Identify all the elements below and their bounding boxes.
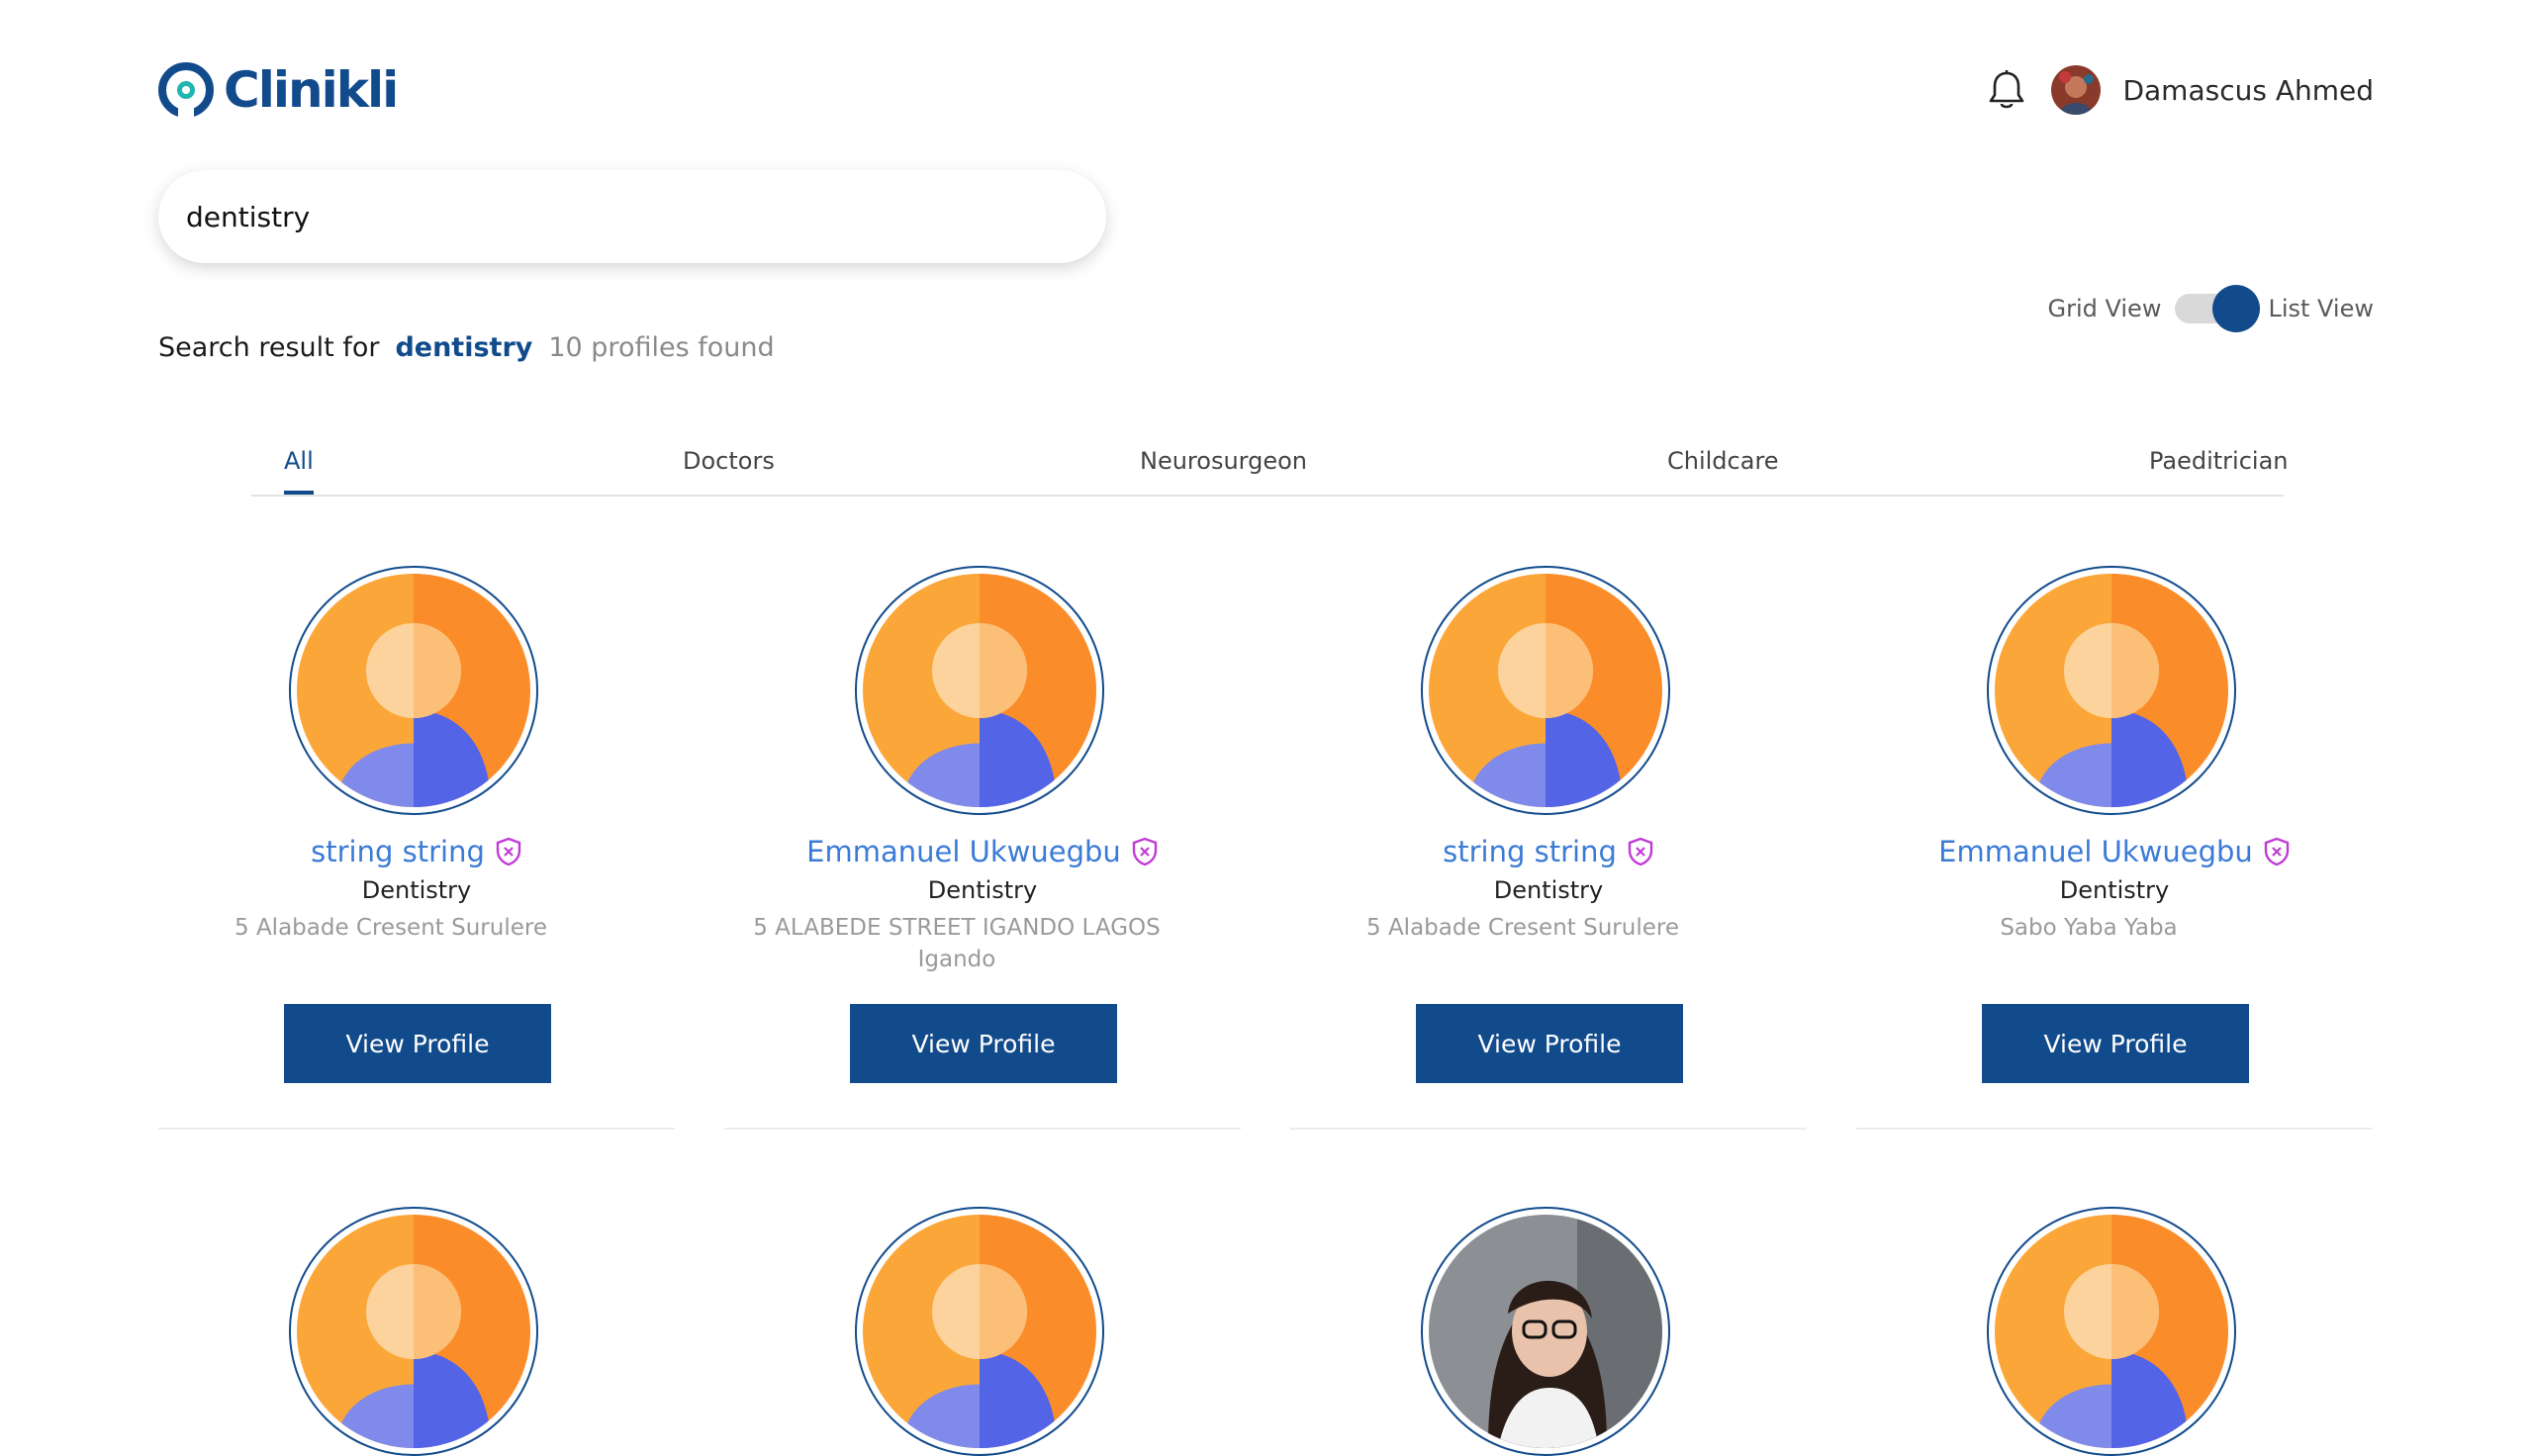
view-profile-button[interactable]: View Profile [1416, 1004, 1683, 1083]
tab-label: Paeditrician [2149, 447, 2289, 475]
name-row: Emmanuel Ukwuegbu [1856, 835, 2373, 868]
view-profile-button[interactable]: View Profile [850, 1004, 1117, 1083]
doctor-specialty: Dentistry [361, 876, 472, 904]
tab-neurosurgeon[interactable]: Neurosurgeon [1140, 447, 1307, 475]
tab-label: Childcare [1667, 447, 1779, 475]
avatar-frame [1421, 566, 1670, 815]
doctor-specialty: Dentistry [1493, 876, 1604, 904]
name-row: Emmanuel Ukwuegbu [724, 835, 1241, 868]
avatar-frame [1421, 1207, 1670, 1456]
tab-label: All [284, 447, 314, 475]
result-prefix: Search result for [158, 332, 380, 363]
search-bar [158, 170, 1106, 263]
view-profile-button[interactable]: View Profile [284, 1004, 551, 1083]
active-tab-indicator [284, 491, 314, 495]
doctor-specialty: Dentistry [927, 876, 1038, 904]
placeholder-avatar-icon [297, 1215, 530, 1448]
verified-shield-icon [2264, 837, 2290, 866]
bell-icon[interactable] [1984, 67, 2029, 113]
verified-shield-icon [1628, 837, 1653, 866]
doctor-card: Emmanuel Ukwuegbu Dentistry Sabo Yaba Ya… [1856, 566, 2373, 1130]
grid-view-label[interactable]: Grid View [2048, 295, 2162, 322]
doctor-card: string string Dentistry 5 Alabade Cresen… [1290, 566, 1807, 1130]
search-result-summary: Search result for dentistry 10 profiles … [158, 332, 775, 363]
doctor-card: string string Dentistry 5 Alabade Cresen… [158, 566, 675, 1130]
user-name[interactable]: Damascus Ahmed [2122, 74, 2374, 107]
switch-knob[interactable] [2212, 285, 2261, 332]
verified-shield-icon [1132, 837, 1158, 866]
doctor-specialty: Dentistry [2059, 876, 2170, 904]
user-avatar[interactable] [2051, 65, 2102, 115]
tab-all[interactable]: All [284, 447, 314, 495]
doctor-address: 5 ALABEDE STREET IGANDO LAGOS Igando [753, 915, 1161, 972]
tab-childcare[interactable]: Childcare [1667, 447, 1779, 475]
doctor-card: Emmanuel Ukwuegbu Dentistry 5 ALABEDE ST… [724, 566, 1241, 1130]
doctor-card [1290, 1207, 1807, 1456]
tab-paeditrician[interactable]: Paeditrician [2149, 447, 2289, 475]
placeholder-avatar-icon [863, 574, 1096, 807]
avatar-frame [289, 566, 538, 815]
name-row: string string [1290, 835, 1807, 868]
avatar-frame [855, 566, 1104, 815]
doctor-card [158, 1207, 675, 1456]
user-area: Damascus Ahmed [1984, 65, 2374, 115]
profile-photo [1429, 1215, 1662, 1448]
category-tabs: All Doctors Neurosurgeon Childcare Paedi… [251, 447, 2289, 497]
result-count: 10 profiles found [548, 332, 775, 363]
clinikli-logo-icon [158, 62, 214, 118]
tab-label: Doctors [683, 447, 775, 475]
placeholder-avatar-icon [1429, 574, 1662, 807]
doctor-address: 5 Alabade Cresent Surulere [234, 915, 547, 941]
view-profile-button[interactable]: View Profile [1982, 1004, 2249, 1083]
search-input[interactable] [184, 199, 1080, 234]
app-logo[interactable]: Clinikli [158, 61, 399, 119]
doctor-address: 5 Alabade Cresent Surulere [1366, 915, 1679, 941]
avatar-frame [1987, 566, 2236, 815]
avatar-frame [855, 1207, 1104, 1456]
placeholder-avatar-icon [1995, 574, 2228, 807]
avatar-frame [1987, 1207, 2236, 1456]
doctor-card [724, 1207, 1241, 1456]
doctor-name[interactable]: Emmanuel Ukwuegbu [1938, 835, 2253, 868]
app-name: Clinikli [224, 61, 399, 119]
doctor-address: Sabo Yaba Yaba [2000, 915, 2178, 941]
placeholder-avatar-icon [1995, 1215, 2228, 1448]
name-row: string string [158, 835, 675, 868]
doctor-name[interactable]: string string [311, 835, 485, 868]
placeholder-avatar-icon [863, 1215, 1096, 1448]
view-toggle: Grid View List View [2048, 285, 2374, 332]
doctor-name[interactable]: string string [1443, 835, 1617, 868]
result-term: dentistry [395, 332, 533, 363]
doctor-card [1856, 1207, 2373, 1456]
placeholder-avatar-icon [297, 574, 530, 807]
avatar-frame [289, 1207, 538, 1456]
doctor-name[interactable]: Emmanuel Ukwuegbu [806, 835, 1121, 868]
verified-shield-icon [496, 837, 521, 866]
tab-label: Neurosurgeon [1140, 447, 1308, 475]
view-switch[interactable] [2175, 285, 2261, 332]
tab-doctors[interactable]: Doctors [683, 447, 775, 475]
list-view-label[interactable]: List View [2268, 295, 2374, 322]
